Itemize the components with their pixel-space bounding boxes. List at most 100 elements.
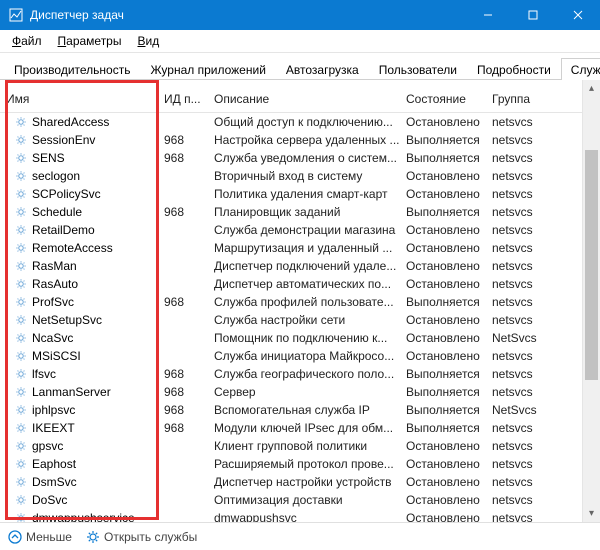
fewer-details-label: Меньше	[26, 530, 72, 544]
service-name: gpsvc	[32, 439, 63, 453]
table-row[interactable]: RasManДиспетчер подключений удале...Оста…	[0, 257, 582, 275]
service-group: netsvcs	[486, 313, 562, 327]
scroll-up-button[interactable]: ▴	[583, 80, 600, 97]
vertical-scrollbar[interactable]: ▴ ▾	[582, 80, 600, 522]
tab-apphist[interactable]: Журнал приложений	[140, 58, 275, 80]
service-gear-icon	[14, 457, 28, 471]
service-desc: Планировщик заданий	[208, 205, 400, 219]
minimize-button[interactable]	[465, 0, 510, 30]
service-pid: 968	[158, 133, 208, 147]
service-state: Выполняется	[400, 151, 486, 165]
service-name: SharedAccess	[32, 115, 109, 129]
table-row[interactable]: SCPolicySvcПолитика удаления смарт-картО…	[0, 185, 582, 203]
table-row[interactable]: Schedule968Планировщик заданийВыполняетс…	[0, 203, 582, 221]
tab-startup[interactable]: Автозагрузка	[276, 58, 369, 80]
service-gear-icon	[14, 259, 28, 273]
table-row[interactable]: gpsvcКлиент групповой политикиОстановлен…	[0, 437, 582, 455]
service-name: seclogon	[32, 169, 80, 183]
service-group: netsvcs	[486, 457, 562, 471]
menubar: Файл Параметры Вид	[0, 30, 600, 53]
app-icon	[8, 7, 24, 23]
service-name: Schedule	[32, 205, 82, 219]
service-desc: Модули ключей IPsec для обм...	[208, 421, 400, 435]
tab-details[interactable]: Подробности	[467, 58, 561, 80]
service-state: Остановлено	[400, 223, 486, 237]
table-row[interactable]: lfsvc968Служба географического поло...Вы…	[0, 365, 582, 383]
service-group: netsvcs	[486, 151, 562, 165]
service-gear-icon	[14, 331, 28, 345]
col-header-name[interactable]: Имя	[0, 92, 158, 106]
table-row[interactable]: IKEEXT 968Модули ключей IPsec для обм...В…	[0, 419, 582, 437]
service-pid: 968	[158, 403, 208, 417]
service-group: netsvcs	[486, 511, 562, 522]
service-desc: Общий доступ к подключению...	[208, 115, 400, 129]
table-row[interactable]: DsmSvcДиспетчер настройки устройствОстан…	[0, 473, 582, 491]
service-pid: 968	[158, 385, 208, 399]
table-row[interactable]: SharedAccess Общий доступ к подключению..…	[0, 113, 582, 131]
tab-perf[interactable]: Производительность	[4, 58, 140, 80]
table-row[interactable]: RetailDemoСлужба демонстрации магазинаОс…	[0, 221, 582, 239]
service-group: netsvcs	[486, 349, 562, 363]
maximize-button[interactable]	[510, 0, 555, 30]
table-row[interactable]: NetSetupSvcСлужба настройки сетиОстановл…	[0, 311, 582, 329]
table-row[interactable]: SENS968Служба уведомления о систем...Вып…	[0, 149, 582, 167]
service-desc: dmwappushsvc	[208, 511, 400, 522]
service-name: IKEEXT	[32, 421, 75, 435]
col-header-group[interactable]: Группа	[486, 92, 562, 106]
scroll-down-button[interactable]: ▾	[583, 505, 600, 522]
fewer-details-button[interactable]: Меньше	[8, 530, 72, 544]
service-desc: Диспетчер автоматических по...	[208, 277, 400, 291]
service-group: netsvcs	[486, 187, 562, 201]
service-desc: Служба инициатора Майкросо...	[208, 349, 400, 363]
col-header-pid[interactable]: ИД п...	[158, 92, 208, 106]
service-desc: Диспетчер настройки устройств	[208, 475, 400, 489]
service-state: Остановлено	[400, 241, 486, 255]
table-row[interactable]: LanmanServer968СерверВыполняетсяnetsvcs	[0, 383, 582, 401]
service-gear-icon	[14, 277, 28, 291]
service-state: Выполняется	[400, 205, 486, 219]
service-name: ProfSvc	[32, 295, 74, 309]
table-row[interactable]: RasAuto Диспетчер автоматических по...Ост…	[0, 275, 582, 293]
service-gear-icon	[14, 403, 28, 417]
col-header-desc[interactable]: Описание	[208, 92, 400, 106]
table-row[interactable]: SessionEnv968Настройка сервера удаленных…	[0, 131, 582, 149]
table-row[interactable]: DoSvcОптимизация доставкиОстановленоnets…	[0, 491, 582, 509]
table-row[interactable]: NcaSvcПомощник по подключению к...Остано…	[0, 329, 582, 347]
scroll-thumb[interactable]	[585, 150, 598, 380]
service-group: netsvcs	[486, 493, 562, 507]
menu-view[interactable]: Вид	[129, 32, 167, 50]
service-group: netsvcs	[486, 277, 562, 291]
table-row[interactable]: RemoteAccessМаршрутизация и удаленный ..…	[0, 239, 582, 257]
service-state: Выполняется	[400, 403, 486, 417]
service-group: netsvcs	[486, 385, 562, 399]
service-state: Остановлено	[400, 439, 486, 453]
service-state: Выполняется	[400, 421, 486, 435]
table-row[interactable]: iphlpsvc968Вспомогательная служба IPВыпо…	[0, 401, 582, 419]
service-gear-icon	[14, 223, 28, 237]
service-group: netsvcs	[486, 439, 562, 453]
tab-services[interactable]: Службы	[561, 58, 600, 80]
service-desc: Настройка сервера удаленных ...	[208, 133, 400, 147]
close-button[interactable]	[555, 0, 600, 30]
service-gear-icon	[14, 169, 28, 183]
service-state: Выполняется	[400, 295, 486, 309]
menu-file[interactable]: Файл	[4, 32, 50, 50]
service-gear-icon	[14, 133, 28, 147]
table-row[interactable]: dmwappushservicedmwappushsvcОстановленоn…	[0, 509, 582, 522]
table-row[interactable]: ProfSvc968Служба профилей пользовате...В…	[0, 293, 582, 311]
service-name: LanmanServer	[32, 385, 111, 399]
service-name: RasAuto	[32, 277, 78, 291]
col-header-state[interactable]: Состояние	[400, 92, 486, 106]
open-services-button[interactable]: Открыть службы	[86, 530, 197, 544]
menu-options[interactable]: Параметры	[50, 32, 130, 50]
service-state: Остановлено	[400, 277, 486, 291]
table-row[interactable]: EaphostРасширяемый протокол прове...Оста…	[0, 455, 582, 473]
table-row[interactable]: seclogonВторичный вход в системуОстановл…	[0, 167, 582, 185]
service-pid: 968	[158, 421, 208, 435]
tab-users[interactable]: Пользователи	[369, 58, 467, 80]
service-gear-icon	[14, 439, 28, 453]
service-group: netsvcs	[486, 295, 562, 309]
table-row[interactable]: MSiSCSIСлужба инициатора Майкросо...Оста…	[0, 347, 582, 365]
service-name: MSiSCSI	[32, 349, 81, 363]
service-desc: Вспомогательная служба IP	[208, 403, 400, 417]
